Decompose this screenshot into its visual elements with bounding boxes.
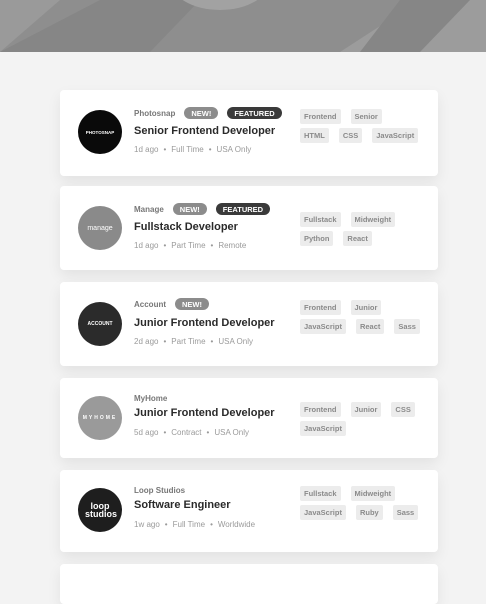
tag-filter[interactable]: HTML	[300, 128, 329, 143]
company-name: Account	[134, 299, 166, 309]
new-badge: NEW!	[172, 203, 207, 215]
contract-type: Full Time	[171, 145, 204, 154]
tag-list: Fullstack Midweight JavaScript Ruby Sass	[300, 486, 430, 524]
tag-filter[interactable]: Ruby	[355, 505, 383, 520]
job-location: USA Only	[218, 337, 254, 346]
tag-filter[interactable]: CSS	[338, 128, 363, 143]
job-location: USA Only	[216, 145, 252, 154]
company-row: Loop Studios	[134, 483, 194, 497]
contract-type: Contract	[171, 428, 202, 437]
job-position[interactable]: Junior Frontend Developer	[134, 407, 275, 419]
header-banner	[0, 0, 486, 52]
tag-filter[interactable]: Frontend	[300, 109, 341, 124]
job-card: manage Manage NEW! FEATURED Fullstack De…	[60, 186, 438, 270]
company-name: MyHome	[134, 393, 168, 403]
tag-filter[interactable]: JavaScript	[300, 421, 346, 436]
posted-at: 1w ago	[134, 520, 160, 529]
job-meta: 1d ago • Part Time • Remote	[134, 241, 247, 250]
job-card	[60, 564, 438, 604]
tag-filter[interactable]: Fullstack	[300, 486, 341, 501]
tag-filter[interactable]: Frontend	[300, 300, 341, 315]
featured-badge: FEATURED	[227, 107, 282, 119]
job-meta: 1d ago • Full Time • USA Only	[134, 145, 252, 154]
tag-filter[interactable]: CSS	[391, 402, 415, 417]
company-name: Manage	[134, 204, 164, 214]
company-name: Photosnap	[134, 108, 176, 118]
contract-type: Part Time	[171, 337, 206, 346]
header-pattern	[0, 0, 486, 52]
new-badge: NEW!	[184, 107, 219, 119]
job-meta: 1w ago • Full Time • Worldwide	[134, 520, 256, 529]
logo-text: loop studios	[85, 501, 118, 519]
company-logo: ACCOUNT	[78, 302, 122, 346]
tag-filter[interactable]: Sass	[394, 319, 420, 334]
tag-filter[interactable]: React	[355, 319, 385, 334]
contract-type: Part Time	[171, 241, 206, 250]
tag-filter[interactable]: Junior	[350, 300, 382, 315]
tag-filter[interactable]: Midweight	[350, 212, 396, 227]
job-card: ACCOUNT Account NEW! Junior Frontend Dev…	[60, 282, 438, 366]
featured-badge: FEATURED	[215, 203, 271, 215]
posted-at: 5d ago	[134, 428, 159, 437]
job-position[interactable]: Senior Frontend Developer	[134, 125, 275, 137]
company-row: Manage NEW! FEATURED	[134, 202, 279, 216]
tag-list: Frontend Junior CSS JavaScript	[300, 402, 430, 440]
logo-text: MYHOME	[82, 415, 118, 421]
tag-filter[interactable]: JavaScript	[372, 128, 419, 143]
tag-filter[interactable]: Midweight	[350, 486, 396, 501]
logo-text: manage	[87, 224, 113, 232]
tag-filter[interactable]: Fullstack	[300, 212, 341, 227]
posted-at: 2d ago	[134, 337, 159, 346]
job-position[interactable]: Junior Frontend Developer	[134, 317, 275, 329]
tag-filter[interactable]: Senior	[350, 109, 382, 124]
tag-list: Frontend Junior JavaScript React Sass	[300, 300, 430, 338]
job-location: Worldwide	[217, 520, 256, 529]
company-row: MyHome	[134, 391, 176, 405]
company-row: Photosnap NEW! FEATURED	[134, 106, 291, 120]
company-logo: manage	[78, 206, 122, 250]
tag-list: Frontend Senior HTML CSS JavaScript	[300, 109, 430, 147]
company-logo: MYHOME	[78, 396, 122, 440]
tag-filter[interactable]: React	[343, 231, 372, 246]
job-position[interactable]: Software Engineer	[134, 499, 231, 511]
tag-filter[interactable]: Frontend	[300, 402, 341, 417]
job-card: MYHOME MyHome Junior Frontend Developer …	[60, 378, 438, 458]
logo-text: ACCOUNT	[87, 321, 113, 327]
job-position[interactable]: Fullstack Developer	[134, 221, 238, 233]
new-badge: NEW!	[175, 298, 209, 310]
company-name: Loop Studios	[134, 485, 186, 495]
tag-filter[interactable]: Sass	[392, 505, 419, 520]
company-logo: loop studios	[78, 488, 122, 532]
tag-filter[interactable]: Python	[300, 231, 334, 246]
job-location: USA Only	[214, 428, 250, 437]
job-card: loop studios Loop Studios Software Engin…	[60, 470, 438, 552]
job-meta: 2d ago • Part Time • USA Only	[134, 337, 254, 346]
tag-filter[interactable]: JavaScript	[300, 505, 346, 520]
job-card: PHOTOSNAP Photosnap NEW! FEATURED Senior…	[60, 90, 438, 176]
job-meta: 5d ago • Contract • USA Only	[134, 428, 250, 437]
posted-at: 1d ago	[134, 145, 159, 154]
tag-filter[interactable]: JavaScript	[300, 319, 346, 334]
tag-filter[interactable]: Junior	[350, 402, 382, 417]
tag-list: Fullstack Midweight Python React	[300, 212, 430, 250]
company-row: Account NEW!	[134, 297, 218, 311]
logo-text: PHOTOSNAP	[85, 129, 115, 135]
company-logo: PHOTOSNAP	[78, 110, 122, 154]
contract-type: Full Time	[172, 520, 206, 529]
posted-at: 1d ago	[134, 241, 159, 250]
job-location: Remote	[218, 241, 247, 250]
